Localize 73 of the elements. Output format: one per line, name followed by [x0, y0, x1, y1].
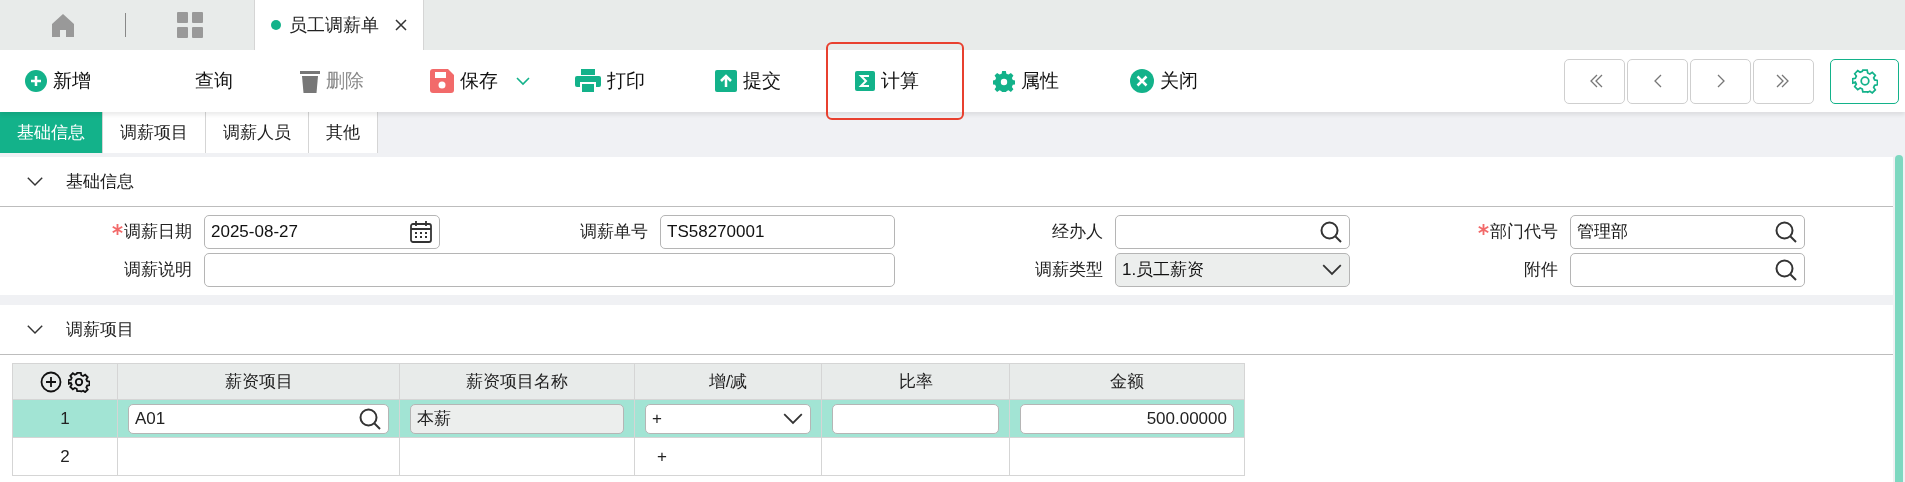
chevron-down-icon — [1321, 263, 1343, 277]
field-value: 管理部 — [1577, 221, 1628, 244]
table-cell-text: + — [656, 445, 667, 468]
section-title: 基础信息 — [66, 170, 134, 193]
section-title: 调薪项目 — [66, 318, 134, 341]
field-value: TS58270001 — [667, 221, 765, 244]
input-field[interactable] — [1570, 253, 1805, 287]
close-icon[interactable] — [395, 19, 407, 31]
scrollbar[interactable] — [1895, 155, 1903, 482]
field-label: 调薪单号 — [580, 221, 648, 244]
section-tab[interactable]: 其他 — [309, 112, 378, 153]
field-label: 调薪日期 — [124, 221, 192, 244]
chevron-down-icon — [782, 411, 804, 426]
toolbar-button[interactable]: 计算 — [826, 42, 964, 120]
column-header: 薪资项目 — [118, 363, 400, 400]
field-label: 经办人 — [1052, 221, 1103, 244]
column-header: 金额 — [1010, 363, 1245, 400]
row-number: 1 — [12, 400, 118, 438]
settings-button[interactable] — [1830, 58, 1899, 104]
collapse-chevron-icon — [26, 324, 44, 335]
field-value: 2025-08-27 — [211, 221, 298, 244]
dropdown-caret-icon[interactable] — [516, 76, 530, 86]
last-page-button[interactable] — [1753, 58, 1814, 104]
column-header: 增/减 — [635, 363, 822, 400]
toolbar-button[interactable]: 打印 — [546, 42, 686, 120]
close-circle-icon — [1130, 69, 1154, 93]
collapse-chevron-icon — [26, 176, 44, 187]
document-tab[interactable]: 员工调薪单 — [254, 0, 424, 50]
toolbar-button[interactable]: 提交 — [686, 42, 826, 120]
field-value: 1.员工薪资 — [1122, 259, 1205, 282]
toolbar-button[interactable]: 属性 — [964, 42, 1101, 120]
row-number: 2 — [12, 438, 118, 476]
field-label: 调薪类型 — [1035, 259, 1103, 282]
input-field[interactable] — [1115, 215, 1350, 249]
status-dot-icon — [271, 20, 281, 30]
input-field[interactable]: A01 — [128, 403, 389, 434]
previous-button[interactable] — [1627, 58, 1688, 104]
input-field: 本薪 — [410, 403, 624, 434]
home-icon[interactable] — [50, 13, 75, 37]
search-icon[interactable] — [1774, 220, 1798, 244]
input-field[interactable]: TS58270001 — [660, 215, 895, 249]
trash-icon — [300, 69, 320, 93]
plus-circle-icon — [25, 70, 47, 92]
required-asterisk-icon — [1478, 223, 1489, 235]
field-label: 部门代号 — [1490, 221, 1558, 244]
required-asterisk-icon — [112, 223, 123, 235]
input-field[interactable] — [832, 403, 999, 434]
column-header: 薪资项目名称 — [400, 363, 635, 400]
date-field[interactable]: 2025-08-27 — [204, 215, 440, 249]
grid-icon[interactable] — [177, 12, 203, 38]
input-field[interactable]: 管理部 — [1570, 215, 1805, 249]
field-label: 附件 — [1524, 259, 1558, 282]
printer-icon — [575, 69, 601, 93]
search-icon[interactable] — [1774, 258, 1798, 282]
section-tab[interactable]: 调薪人员 — [206, 112, 309, 153]
column-header: 比率 — [822, 363, 1010, 400]
sigma-icon — [855, 71, 875, 91]
input-field[interactable]: 500.00000 — [1020, 403, 1234, 434]
toolbar-button[interactable]: 关闭 — [1101, 42, 1241, 120]
field-label: 调薪说明 — [124, 259, 192, 282]
next-button[interactable] — [1690, 58, 1751, 104]
section-tab[interactable]: 调薪项目 — [103, 112, 206, 153]
search-icon[interactable] — [1319, 220, 1343, 244]
gear-icon — [993, 70, 1015, 92]
add-row-icon[interactable] — [40, 370, 62, 393]
settings-icon — [1851, 68, 1878, 94]
first-page-button[interactable] — [1564, 58, 1625, 104]
input-field[interactable] — [204, 253, 895, 287]
search-icon[interactable] — [358, 406, 382, 431]
dropdown-field[interactable]: 1.员工薪资 — [1115, 253, 1350, 287]
dropdown-field[interactable]: + — [645, 403, 811, 434]
calendar-icon[interactable] — [409, 220, 433, 244]
settings-icon[interactable] — [68, 370, 90, 393]
